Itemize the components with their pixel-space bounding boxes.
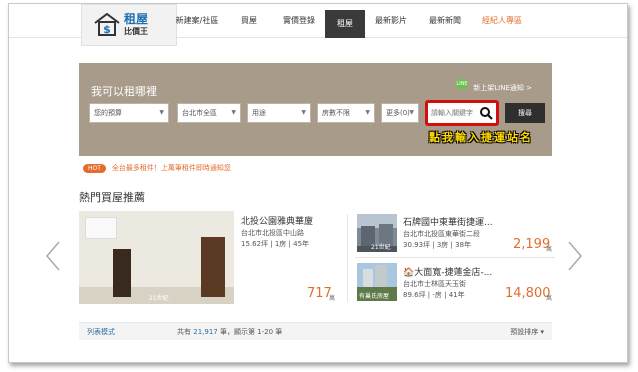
featured-listing-photo[interactable]: 21世紀 [79, 211, 234, 304]
usage-select-value: 用途 [252, 109, 266, 117]
nav-item-new-projects[interactable]: 新建案/社區 [169, 4, 225, 38]
line-icon: LINE [456, 79, 468, 89]
browser-page: $ 租屋 比價王 新建案/社區 買屋 實價登錄 租屋 最新影片 最新新聞 經紀人… [8, 3, 628, 363]
divider [355, 257, 555, 258]
listing-photo[interactable]: 有巢氏房屋 [357, 263, 397, 301]
keyword-hint-annotation: 點我輸入捷運站名 [429, 131, 533, 144]
nav-item-price-records[interactable]: 實價登錄 [273, 4, 325, 38]
city-select-value: 台北市全區 [182, 109, 217, 117]
section-title: 熱門買屋推薦 [79, 191, 145, 204]
chevron-left-icon[interactable] [43, 240, 63, 272]
chevron-down-icon: ▼ [159, 109, 164, 116]
featured-listing-address: 台北市北投區中山路 [241, 229, 304, 237]
house-dollar-icon: $ [94, 12, 120, 36]
featured-listing-spec: 15.62坪 | 1房 | 45年 [241, 240, 310, 248]
nav-item-buy[interactable]: 買屋 [225, 4, 273, 38]
list-mode-tab[interactable]: 列表模式 [87, 327, 115, 337]
listing-spec: 89.6坪 | -房 | 41年 [403, 291, 465, 299]
search-button[interactable]: 搜尋 [505, 103, 545, 123]
results-count-number: 21,917 [193, 328, 218, 336]
search-title: 我可以租哪裡 [91, 85, 157, 98]
results-count-suffix: 筆，顯示第 1-20 筆 [219, 328, 283, 336]
nav-item-agent-zone[interactable]: 經紀人專區 [473, 4, 531, 38]
keyword-search-box [425, 100, 499, 126]
rooms-select[interactable]: 房數不限 ▼ [317, 103, 375, 123]
top-navigation: $ 租屋 比價王 新建案/社區 買屋 實價登錄 租屋 最新影片 最新新聞 經紀人… [9, 4, 627, 46]
budget-select[interactable]: 您的預算 ▼ [89, 103, 169, 123]
chevron-down-icon: ▼ [365, 109, 370, 116]
search-icon[interactable] [479, 106, 493, 120]
results-bar: 列表模式 共有 21,917 筆，顯示第 1-20 筆 預設排序 ▾ [79, 322, 552, 340]
listing-address: 台北市士林區天玉街 [403, 280, 466, 288]
price-unit: 萬 [546, 295, 553, 302]
listing-title[interactable]: 🏠大面寬-捷蓮金店-... [403, 265, 492, 278]
price-unit: 萬 [546, 246, 553, 253]
line-notify-link[interactable]: 新上架LINE通知 > [473, 83, 532, 93]
results-count-prefix: 共有 [177, 328, 191, 336]
city-select[interactable]: 台北市全區 ▼ [177, 103, 241, 123]
results-count: 共有 21,917 筆，顯示第 1-20 筆 [177, 327, 282, 337]
more-filters-select[interactable]: 更多(0) ▼ [381, 103, 419, 123]
promo-line: HOT 全台最多租件！上萬筆租件即時通知您 [83, 161, 231, 175]
usage-select[interactable]: 用途 ▼ [247, 103, 311, 123]
nav-item-rent[interactable]: 租屋 [325, 10, 365, 38]
chevron-right-icon[interactable] [565, 240, 585, 272]
listing-address: 台北市北投區東華街二段 [403, 230, 480, 238]
chevron-down-icon: ▼ [409, 109, 414, 116]
keyword-input[interactable] [431, 105, 483, 121]
photo-watermark: 21世紀 [371, 244, 391, 251]
main-nav: 新建案/社區 買屋 實價登錄 租屋 最新影片 最新新聞 經紀人專區 [169, 4, 531, 38]
budget-select-value: 您的預算 [94, 109, 122, 117]
svg-text:$: $ [103, 23, 111, 36]
chevron-down-icon: ▼ [231, 109, 236, 116]
divider [347, 214, 348, 302]
nav-item-news[interactable]: 最新新聞 [417, 4, 473, 38]
listing-photo[interactable]: 21世紀 [357, 214, 397, 252]
listing-price: 2,199 [513, 237, 551, 252]
featured-listing-title[interactable]: 北投公園雅典華廈 [241, 214, 313, 227]
nav-item-videos[interactable]: 最新影片 [365, 4, 417, 38]
price-unit: 萬 [329, 295, 336, 302]
sort-select[interactable]: 預設排序 ▾ [510, 327, 544, 337]
search-banner: 我可以租哪裡 LINE 新上架LINE通知 > 您的預算 ▼ 台北市全區 ▼ 用途 ▼… [79, 63, 552, 156]
promo-link[interactable]: 全台最多租件！上萬筆租件即時通知您 [112, 163, 231, 173]
site-logo[interactable]: $ 租屋 比價王 [81, 4, 177, 46]
listing-spec: 30.93坪 | 3房 | 38年 [403, 241, 472, 249]
more-filters-value: 更多(0) [386, 109, 410, 117]
listing-price: 14,800 [505, 286, 551, 301]
hot-badge: HOT [83, 163, 106, 173]
logo-text: 租屋 [124, 12, 149, 26]
chevron-down-icon: ▼ [301, 109, 306, 116]
listing-title[interactable]: 石牌國中東華街捷運... [403, 215, 493, 228]
logo-subtext: 比價王 [124, 27, 148, 36]
photo-watermark: 21世紀 [149, 295, 169, 302]
rooms-select-value: 房數不限 [322, 109, 350, 117]
photo-watermark: 有巢氏房屋 [359, 293, 390, 300]
